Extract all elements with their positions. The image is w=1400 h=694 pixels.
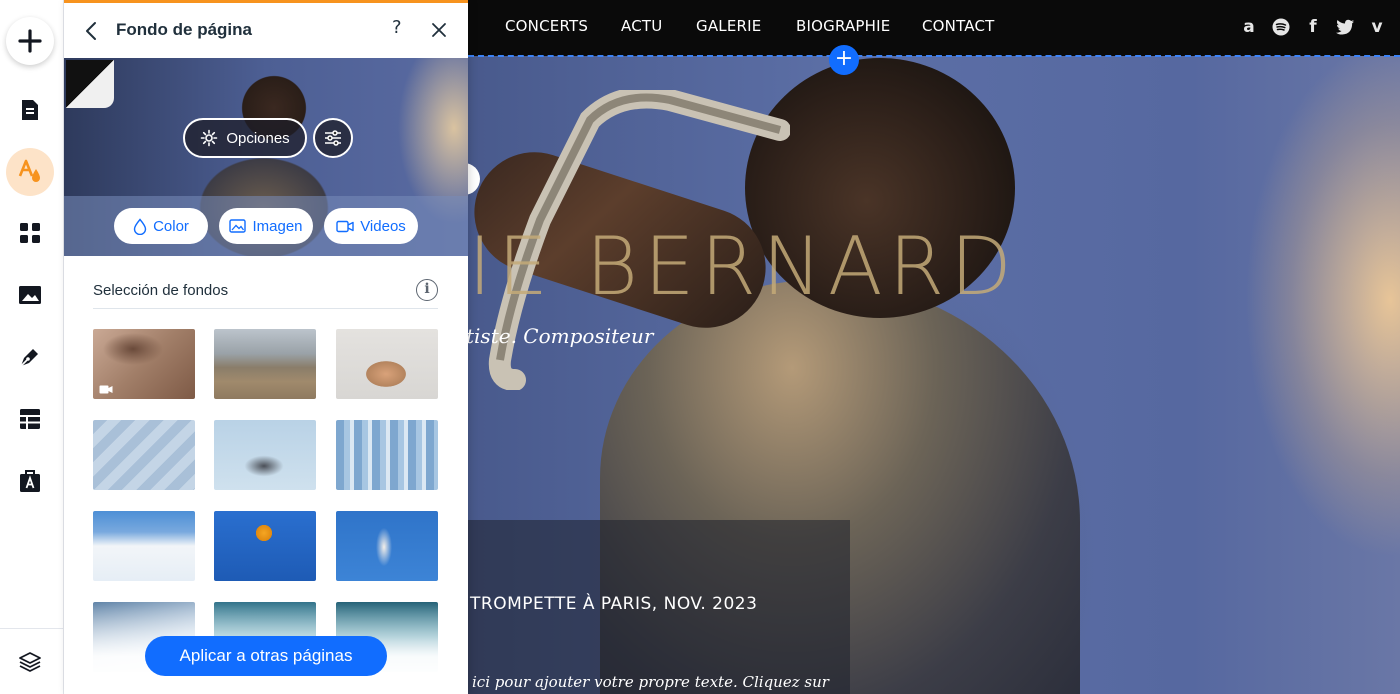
- current-background-swatch[interactable]: [66, 60, 114, 108]
- close-icon[interactable]: [428, 19, 450, 41]
- nav-item-biographie[interactable]: BIOGRAPHIE: [796, 17, 890, 35]
- blog-button[interactable]: [6, 333, 54, 381]
- panel-header: Fondo de página ?: [64, 3, 468, 58]
- table-icon: [20, 409, 40, 429]
- videos-tab[interactable]: Videos: [324, 208, 418, 244]
- facebook-icon[interactable]: f: [1302, 16, 1324, 38]
- page-background-panel: Fondo de página ? Opciones Color Imagen …: [64, 0, 468, 694]
- background-thumbnail[interactable]: [336, 420, 438, 490]
- options-button[interactable]: Opciones: [183, 118, 307, 158]
- panel-title: Fondo de página: [116, 20, 252, 39]
- gear-icon: [201, 129, 218, 147]
- image-tab-label: Imagen: [252, 217, 303, 235]
- add-icon: [18, 29, 42, 53]
- nav-item-concerts[interactable]: CONCERTS: [505, 17, 588, 35]
- nav-item-contact[interactable]: CONTACT: [922, 17, 995, 35]
- color-tab-label: Color: [153, 217, 189, 235]
- image-tab[interactable]: Imagen: [219, 208, 313, 244]
- add-section-button[interactable]: +: [829, 45, 859, 75]
- design-icon: [18, 159, 40, 182]
- adjust-button[interactable]: [313, 118, 353, 158]
- media-icon: [19, 286, 41, 304]
- twitter-icon[interactable]: [1334, 16, 1356, 38]
- background-thumbnail[interactable]: [336, 329, 438, 399]
- background-thumbnail[interactable]: [336, 511, 438, 581]
- help-icon[interactable]: ?: [392, 17, 402, 38]
- apps-icon: [20, 223, 40, 243]
- section-boundary-line: [468, 55, 1400, 57]
- amazon-icon[interactable]: a: [1238, 16, 1260, 38]
- back-arrow-icon[interactable]: [82, 19, 102, 43]
- toolbar-divider: [0, 628, 64, 629]
- design-button[interactable]: [6, 148, 54, 196]
- business-icon: [20, 470, 40, 492]
- background-thumbnail[interactable]: [214, 420, 316, 490]
- pages-icon: [22, 100, 38, 120]
- background-thumbnail[interactable]: [93, 511, 195, 581]
- section-label: Selección de fondos: [93, 282, 229, 299]
- layers-button[interactable]: [6, 638, 54, 686]
- layers-icon: [19, 652, 41, 672]
- blog-pen-icon: [20, 349, 38, 367]
- info-icon[interactable]: i: [416, 279, 438, 301]
- business-button[interactable]: [6, 457, 54, 505]
- options-label: Opciones: [226, 129, 290, 147]
- hero-subtitle[interactable]: tiste. Compositeur: [466, 324, 653, 348]
- nav-item-galerie[interactable]: GALERIE: [696, 17, 761, 35]
- section-divider: [93, 308, 438, 309]
- color-tab[interactable]: Color: [114, 208, 208, 244]
- video-icon: [336, 220, 354, 232]
- hero-paragraph[interactable]: ici pour ajouter votre propre texte. Cli…: [472, 673, 829, 691]
- video-badge-icon: [99, 385, 113, 394]
- vimeo-icon[interactable]: v: [1366, 16, 1388, 38]
- background-thumbnail[interactable]: [93, 329, 195, 399]
- spotify-icon[interactable]: [1270, 16, 1292, 38]
- hero-news[interactable]: TROMPETTE À PARIS, NOV. 2023: [470, 594, 757, 614]
- drop-icon: [133, 217, 147, 235]
- background-preview: Opciones Color Imagen Videos: [64, 58, 468, 256]
- apply-to-other-pages-button[interactable]: Aplicar a otras páginas: [145, 636, 387, 676]
- cms-button[interactable]: [6, 395, 54, 443]
- apps-button[interactable]: [6, 209, 54, 257]
- media-button[interactable]: [6, 271, 54, 319]
- pages-button[interactable]: [6, 86, 54, 134]
- background-thumbnail[interactable]: [214, 511, 316, 581]
- sliders-icon: [325, 130, 341, 146]
- nav-item-actu[interactable]: ACTU: [621, 17, 662, 35]
- image-icon: [229, 219, 247, 233]
- add-elements-button[interactable]: [6, 17, 54, 65]
- background-thumbnail[interactable]: [93, 420, 195, 490]
- background-thumbnail[interactable]: [214, 329, 316, 399]
- editor-toolbar: [0, 0, 64, 694]
- videos-tab-label: Videos: [360, 217, 406, 235]
- hero-title[interactable]: IE BERNARD: [468, 220, 1018, 313]
